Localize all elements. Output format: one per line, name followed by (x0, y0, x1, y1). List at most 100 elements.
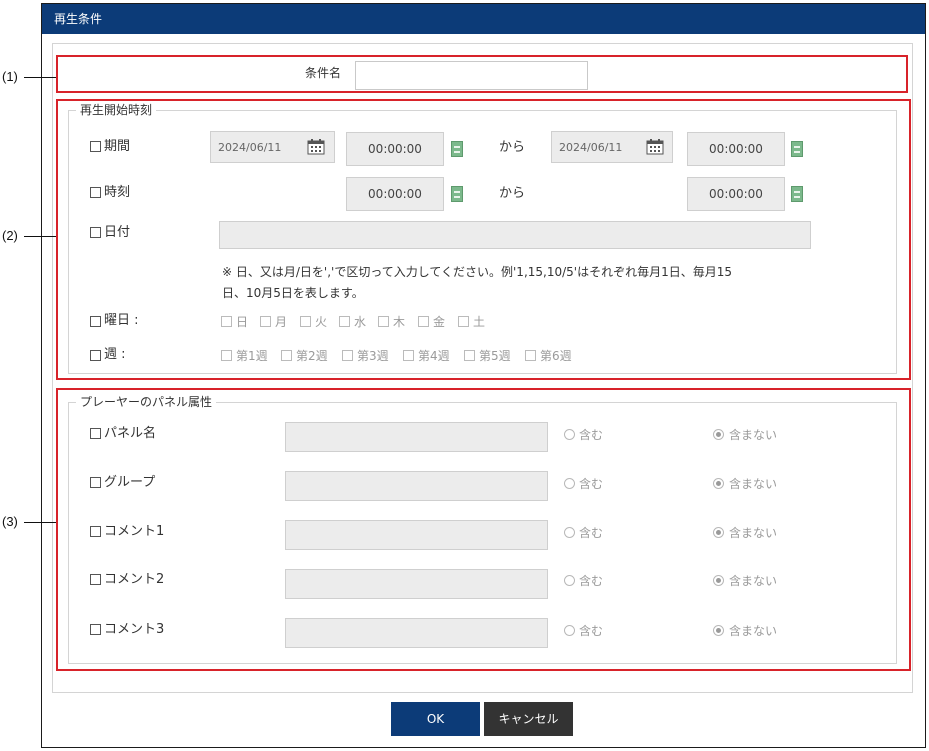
weekday-checkbox-fri[interactable] (418, 316, 429, 327)
comment1-checkbox[interactable] (90, 526, 101, 537)
date-checkbox[interactable] (90, 227, 101, 238)
period-from-date-input[interactable]: 2024/06/11 (210, 131, 335, 163)
comment1-label: コメント1 (104, 524, 165, 539)
callout-2: (2) (2, 228, 18, 243)
weekday-sat-label: 土 (473, 315, 486, 329)
comment3-include-radio[interactable] (564, 625, 575, 636)
panel-name-include-radio[interactable] (564, 429, 575, 440)
weekday-fri-label: 金 (433, 315, 446, 329)
weekday-checkbox-sun[interactable] (221, 316, 232, 327)
time-checkbox[interactable] (90, 187, 101, 198)
period-from-time-input[interactable]: 00:00:00 (346, 132, 444, 166)
panel-attrs-legend: プレーヤーのパネル属性 (76, 395, 217, 409)
weekday-checkbox-thu[interactable] (378, 316, 389, 327)
period-label: 期間 (104, 139, 131, 154)
comment3-input[interactable] (285, 618, 548, 648)
panel-name-include-label: 含む (579, 428, 604, 442)
time-from-spinner-icon[interactable] (451, 186, 463, 202)
comment2-exclude-radio[interactable] (713, 575, 724, 586)
panel-name-checkbox[interactable] (90, 428, 101, 439)
period-kara-label: から (499, 140, 526, 155)
group-include-radio[interactable] (564, 478, 575, 489)
comment1-exclude-label: 含まない (729, 526, 778, 540)
weekday-checkbox-mon[interactable] (260, 316, 271, 327)
period-to-date-value: 2024/06/11 (559, 141, 623, 154)
weekday-checkbox-wed[interactable] (339, 316, 350, 327)
week-checkbox-3[interactable] (342, 350, 353, 361)
group-label: グループ (104, 475, 156, 490)
ok-button[interactable]: OK (391, 702, 480, 736)
date-label: 日付 (104, 225, 131, 240)
period-checkbox[interactable] (90, 141, 101, 152)
week-1-label: 第1週 (236, 349, 268, 363)
group-exclude-radio[interactable] (713, 478, 724, 489)
comment1-exclude-radio[interactable] (713, 527, 724, 538)
weekday-wed-label: 水 (354, 315, 367, 329)
comment3-exclude-radio[interactable] (713, 625, 724, 636)
week-3-label: 第3週 (357, 349, 389, 363)
week-2-label: 第2週 (296, 349, 328, 363)
week-6-label: 第6週 (540, 349, 572, 363)
time-to-input[interactable]: 00:00:00 (687, 177, 785, 211)
comment1-include-label: 含む (579, 526, 604, 540)
weekday-tue-label: 火 (315, 315, 328, 329)
week-checkbox-2[interactable] (281, 350, 292, 361)
time-to-spinner-icon[interactable] (791, 186, 803, 202)
dialog-title: 再生条件 (42, 4, 925, 34)
callout-2-line (24, 236, 56, 237)
group-include-label: 含む (579, 477, 604, 491)
week-checkbox-5[interactable] (464, 350, 475, 361)
time-label: 時刻 (104, 185, 131, 200)
panel-name-exclude-label: 含まない (729, 428, 778, 442)
weekday-label: 曜日 : (104, 313, 139, 328)
condition-name-input[interactable] (355, 61, 588, 90)
panel-name-label: パネル名 (104, 426, 157, 441)
comment2-input[interactable] (285, 569, 548, 599)
weekday-thu-label: 木 (393, 315, 406, 329)
panel-name-exclude-radio[interactable] (713, 429, 724, 440)
period-from-date-value: 2024/06/11 (218, 141, 282, 154)
period-to-time-spinner-icon[interactable] (791, 141, 803, 157)
week-checkbox[interactable] (90, 350, 101, 361)
comment2-checkbox[interactable] (90, 574, 101, 585)
week-checkbox-4[interactable] (403, 350, 414, 361)
group-checkbox[interactable] (90, 477, 101, 488)
comment1-input[interactable] (285, 520, 548, 550)
comment2-include-label: 含む (579, 574, 604, 588)
group-input[interactable] (285, 471, 548, 501)
date-input[interactable] (219, 221, 811, 249)
week-checkbox-1[interactable] (221, 350, 232, 361)
weekday-checkbox-tue[interactable] (300, 316, 311, 327)
date-note-line-2: 日、10月5日を表します。 (222, 286, 364, 300)
callout-1: (1) (2, 69, 18, 84)
comment2-include-radio[interactable] (564, 575, 575, 586)
weekday-checkbox-sat[interactable] (458, 316, 469, 327)
time-from-input[interactable]: 00:00:00 (346, 177, 444, 211)
group-exclude-label: 含まない (729, 477, 778, 491)
start-time-legend: 再生開始時刻 (76, 103, 157, 117)
comment1-include-radio[interactable] (564, 527, 575, 538)
calendar-icon[interactable] (646, 139, 664, 155)
week-checkbox-6[interactable] (525, 350, 536, 361)
period-to-time-input[interactable]: 00:00:00 (687, 132, 785, 166)
comment2-label: コメント2 (104, 572, 165, 587)
calendar-icon[interactable] (307, 139, 325, 155)
period-from-time-spinner-icon[interactable] (451, 141, 463, 157)
weekday-checkbox[interactable] (90, 316, 101, 327)
condition-name-label: 条件名 (305, 66, 342, 80)
period-to-date-input[interactable]: 2024/06/11 (551, 131, 673, 163)
comment3-checkbox[interactable] (90, 624, 101, 635)
cancel-button[interactable]: キャンセル (484, 702, 573, 736)
comment3-label: コメント3 (104, 622, 165, 637)
week-4-label: 第4週 (418, 349, 450, 363)
weekday-sun-label: 日 (236, 315, 249, 329)
panel-name-input[interactable] (285, 422, 548, 452)
date-note-line-1: ※ 日、又は月/日を','で区切って入力してください。例'1,15,10/5'は… (222, 265, 732, 279)
callout-1-line (24, 77, 56, 78)
callout-3-line (24, 522, 56, 523)
week-label: 週 : (104, 347, 126, 362)
comment3-exclude-label: 含まない (729, 624, 778, 638)
callout-3: (3) (2, 514, 18, 529)
comment2-exclude-label: 含まない (729, 574, 778, 588)
time-kara-label: から (499, 186, 526, 201)
